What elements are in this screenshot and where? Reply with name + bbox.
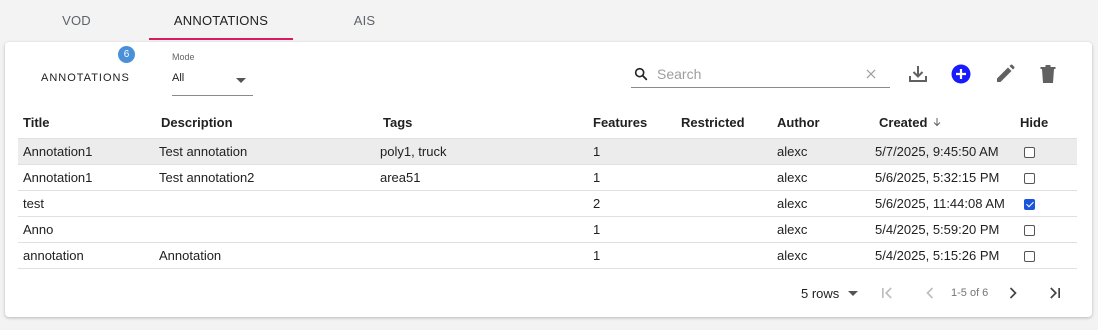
cell-description: Annotation bbox=[159, 242, 380, 269]
column-header-description[interactable]: Description bbox=[159, 108, 380, 139]
table-row[interactable]: Annotation1 Test annotation poly1, truck… bbox=[18, 138, 1077, 165]
column-header-author[interactable]: Author bbox=[777, 108, 875, 139]
cell-author: alexc bbox=[777, 164, 875, 191]
annotations-card: 6 ANNOTATIONS Mode All Search Title Desc… bbox=[5, 42, 1092, 317]
cell-features: 2 bbox=[593, 190, 681, 217]
add-circle-icon[interactable] bbox=[949, 62, 973, 86]
cell-title: test bbox=[18, 190, 159, 217]
search-input[interactable] bbox=[657, 64, 857, 84]
hide-checkbox[interactable] bbox=[1024, 146, 1035, 158]
cell-hide bbox=[1020, 164, 1077, 191]
cell-tags: area51 bbox=[380, 164, 593, 191]
rows-per-page-value: 5 rows bbox=[801, 285, 840, 301]
cell-author: alexc bbox=[777, 242, 875, 269]
annotations-table: Title Description Tags Features Restrict… bbox=[18, 108, 1077, 269]
cell-features: 1 bbox=[593, 216, 681, 243]
cell-author: alexc bbox=[777, 190, 875, 217]
cell-created: 5/6/2025, 5:32:15 PM bbox=[875, 164, 1020, 191]
column-header-created-label: Created bbox=[879, 115, 928, 131]
download-icon[interactable] bbox=[906, 62, 930, 86]
cell-description bbox=[159, 190, 380, 217]
chevron-left-icon[interactable] bbox=[920, 283, 940, 303]
chevron-down-icon bbox=[848, 290, 859, 296]
table-row[interactable]: test 2 alexc 5/6/2025, 11:44:08 AM bbox=[18, 190, 1077, 217]
cell-features: 1 bbox=[593, 242, 681, 269]
cell-restricted bbox=[681, 242, 777, 269]
column-header-restricted[interactable]: Restricted bbox=[681, 108, 777, 139]
cell-created: 5/6/2025, 11:44:08 AM bbox=[875, 190, 1020, 217]
column-header-features[interactable]: Features bbox=[593, 108, 681, 139]
hide-checkbox[interactable] bbox=[1024, 224, 1035, 236]
cell-tags: poly1, truck bbox=[380, 138, 593, 165]
cell-hide bbox=[1020, 138, 1077, 165]
tab-annotations[interactable]: ANNOTATIONS bbox=[149, 0, 293, 40]
pagination-range: 1-5 of 6 bbox=[951, 287, 989, 299]
cell-restricted bbox=[681, 164, 777, 191]
cell-author: alexc bbox=[777, 138, 875, 165]
chevron-right-icon[interactable] bbox=[1003, 283, 1023, 303]
mode-value: All bbox=[172, 72, 185, 84]
hide-checkbox[interactable] bbox=[1024, 250, 1035, 262]
cell-features: 1 bbox=[593, 138, 681, 165]
rows-per-page-select[interactable]: 5 rows bbox=[801, 284, 859, 302]
cell-author: alexc bbox=[777, 216, 875, 243]
cell-hide bbox=[1020, 216, 1077, 243]
search-box bbox=[631, 62, 890, 88]
cell-created: 5/7/2025, 9:45:50 AM bbox=[875, 138, 1020, 165]
cell-title: Anno bbox=[18, 216, 159, 243]
cell-description: Test annotation2 bbox=[159, 164, 380, 191]
annotation-count-badge: 6 bbox=[118, 46, 135, 63]
tab-vod[interactable]: VOD bbox=[4, 0, 149, 40]
table-row[interactable]: annotation Annotation 1 alexc 5/4/2025, … bbox=[18, 242, 1077, 269]
cell-hide bbox=[1020, 190, 1077, 217]
cell-tags bbox=[380, 190, 593, 217]
tab-ais[interactable]: AIS bbox=[293, 0, 436, 40]
table-row[interactable]: Annotation1 Test annotation2 area51 1 al… bbox=[18, 164, 1077, 191]
table-row[interactable]: Anno 1 alexc 5/4/2025, 5:59:20 PM bbox=[18, 216, 1077, 243]
card-title: ANNOTATIONS bbox=[41, 72, 130, 84]
cell-title: Annotation1 bbox=[18, 138, 159, 165]
cell-description: Test annotation bbox=[159, 138, 380, 165]
cell-restricted bbox=[681, 216, 777, 243]
search-icon bbox=[634, 67, 648, 81]
column-header-created[interactable]: Created bbox=[875, 108, 1020, 139]
delete-icon[interactable] bbox=[1036, 62, 1060, 86]
tab-bar: VOD ANNOTATIONS AIS bbox=[0, 0, 1098, 40]
cell-description bbox=[159, 216, 380, 243]
cell-created: 5/4/2025, 5:59:20 PM bbox=[875, 216, 1020, 243]
chevron-down-icon bbox=[236, 78, 246, 83]
mode-select[interactable]: All bbox=[172, 66, 253, 96]
cell-restricted bbox=[681, 190, 777, 217]
cell-restricted bbox=[681, 138, 777, 165]
first-page-icon[interactable] bbox=[877, 283, 897, 303]
cell-hide bbox=[1020, 242, 1077, 269]
table-header-row: Title Description Tags Features Restrict… bbox=[18, 108, 1077, 139]
hide-checkbox[interactable] bbox=[1024, 198, 1035, 210]
hide-checkbox[interactable] bbox=[1024, 172, 1035, 184]
last-page-icon[interactable] bbox=[1045, 283, 1065, 303]
active-tab-indicator bbox=[149, 38, 293, 40]
arrow-down-icon[interactable] bbox=[931, 116, 943, 128]
cell-tags bbox=[380, 242, 593, 269]
cell-title: annotation bbox=[18, 242, 159, 269]
cell-features: 1 bbox=[593, 164, 681, 191]
close-icon[interactable] bbox=[864, 67, 878, 81]
cell-created: 5/4/2025, 5:15:26 PM bbox=[875, 242, 1020, 269]
column-header-hide[interactable]: Hide bbox=[1020, 108, 1077, 139]
edit-icon[interactable] bbox=[993, 62, 1017, 86]
column-header-title[interactable]: Title bbox=[18, 108, 159, 139]
mode-label: Mode bbox=[172, 52, 195, 62]
cell-title: Annotation1 bbox=[18, 164, 159, 191]
column-header-tags[interactable]: Tags bbox=[380, 108, 593, 139]
cell-tags bbox=[380, 216, 593, 243]
